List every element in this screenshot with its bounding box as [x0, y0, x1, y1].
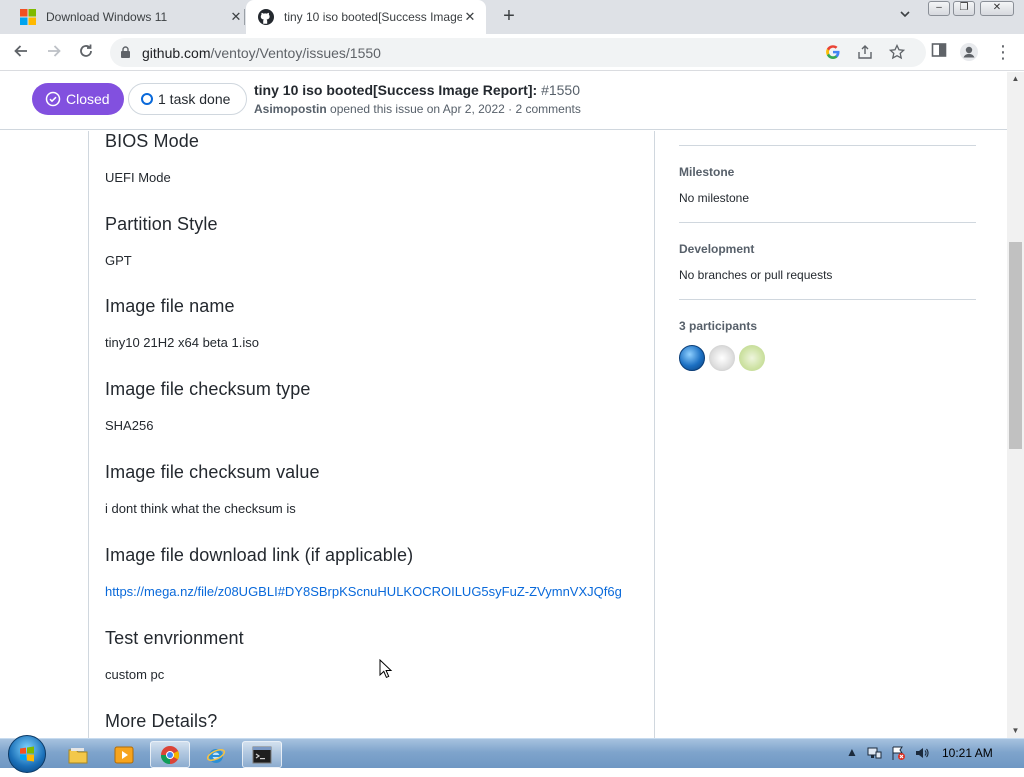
- development-heading[interactable]: Development: [679, 242, 754, 256]
- section-heading: Image file name: [105, 296, 235, 316]
- bookmark-star-icon[interactable]: [888, 43, 906, 62]
- share-icon[interactable]: [856, 44, 874, 62]
- chevron-down-icon[interactable]: [896, 8, 914, 26]
- internet-explorer-icon[interactable]: [196, 741, 236, 768]
- page-scrollbar[interactable]: ▲ ▼: [1007, 72, 1024, 738]
- issue-meta: Asimopostin opened this issue on Apr 2, …: [254, 102, 581, 116]
- issue-opened-text: opened this issue on Apr 2, 2022 · 2 com…: [330, 102, 581, 116]
- section-heading: Image file download link (if applicable): [105, 545, 414, 565]
- action-center-flag-icon[interactable]: [890, 745, 906, 761]
- back-arrow-icon[interactable]: [10, 42, 32, 64]
- scrollbar-thumb[interactable]: [1009, 242, 1022, 449]
- author-link[interactable]: Asimopostin: [254, 102, 327, 116]
- task-progress-label: 1 task done: [158, 91, 231, 107]
- milestone-value: No milestone: [679, 191, 750, 205]
- participant-avatar[interactable]: [709, 345, 735, 371]
- windows-logo-icon: [20, 746, 34, 762]
- show-hidden-icons-icon[interactable]: ▲: [844, 745, 860, 761]
- issue-sticky-header: Closed 1 task done tiny 10 iso booted[Su…: [0, 72, 1007, 130]
- kebab-menu-icon[interactable]: ⋮: [992, 42, 1014, 64]
- reload-icon[interactable]: [75, 42, 97, 64]
- close-icon[interactable]: ✕: [462, 9, 478, 25]
- volume-icon[interactable]: [914, 745, 930, 761]
- url-text: github.com/ventoy/Ventoy/issues/1550: [142, 45, 381, 61]
- tab-download-windows[interactable]: Download Windows 11 ✕: [12, 0, 244, 34]
- tab-strip: Download Windows 11 ✕ tiny 10 iso booted…: [0, 0, 1024, 34]
- section-heading: BIOS Mode: [105, 131, 199, 151]
- task-progress-badge[interactable]: 1 task done: [128, 83, 248, 115]
- section-heading: Test envrionment: [105, 628, 244, 648]
- issue-content: BIOS Mode UEFI Mode Partition Style GPT …: [0, 131, 1007, 738]
- profile-avatar-icon[interactable]: [958, 42, 980, 64]
- section-value: GPT: [105, 253, 132, 268]
- divider: [679, 222, 976, 223]
- section-checksum-type: Image file checksum type SHA256: [105, 379, 311, 433]
- section-value: custom pc: [105, 667, 165, 682]
- section-heading: Image file checksum type: [105, 379, 311, 399]
- download-link[interactable]: https://mega.nz/file/z08UGBLI#DY8SBrpKSc…: [105, 584, 622, 599]
- development-value: No branches or pull requests: [679, 268, 833, 282]
- windows-logo-icon: [20, 9, 36, 25]
- section-more-details: More Details?: [105, 711, 217, 732]
- section-heading: More Details?: [105, 711, 218, 731]
- forward-arrow-icon[interactable]: [43, 42, 65, 64]
- address-bar[interactable]: github.com/ventoy/Ventoy/issues/1550: [110, 38, 926, 67]
- minimize-button[interactable]: ‒: [928, 1, 950, 16]
- section-test-environment: Test envrionment custom pc: [105, 628, 244, 682]
- mouse-pointer-icon: [379, 659, 393, 679]
- participant-avatar[interactable]: [739, 345, 765, 371]
- lock-icon: [121, 46, 130, 58]
- divider: [679, 145, 976, 146]
- google-icon[interactable]: [824, 44, 842, 62]
- scroll-down-arrow-icon[interactable]: ▼: [1007, 724, 1024, 738]
- section-value: UEFI Mode: [105, 170, 171, 185]
- chrome-icon[interactable]: [150, 741, 190, 768]
- close-window-button[interactable]: ✕: [980, 1, 1014, 16]
- tab-github-issue[interactable]: tiny 10 iso booted[Success Image Report]…: [246, 0, 486, 34]
- section-partition-style: Partition Style GPT: [105, 214, 218, 268]
- new-tab-icon[interactable]: +: [498, 6, 520, 28]
- participant-avatar[interactable]: [679, 345, 705, 371]
- participants-heading: 3 participants: [679, 319, 758, 333]
- check-circle-icon: [45, 91, 61, 107]
- issue-state-label: Closed: [66, 91, 110, 107]
- section-bios-mode: BIOS Mode UEFI Mode: [105, 131, 199, 185]
- divider: [679, 299, 976, 300]
- issue-title[interactable]: tiny 10 iso booted[Success Image Report]…: [254, 82, 580, 98]
- scroll-up-arrow-icon[interactable]: ▲: [1007, 72, 1024, 86]
- windows-taskbar: ▲ 10:21 AM: [0, 735, 1024, 773]
- terminal-icon[interactable]: [242, 741, 282, 768]
- start-button[interactable]: [8, 735, 46, 773]
- milestone-heading[interactable]: Milestone: [679, 165, 734, 179]
- section-heading: Image file checksum value: [105, 462, 320, 482]
- section-value: SHA256: [105, 418, 154, 433]
- section-download-link: Image file download link (if applicable)…: [105, 545, 622, 599]
- side-panel-icon[interactable]: [928, 42, 950, 64]
- media-player-icon[interactable]: [104, 741, 144, 768]
- section-checksum-value: Image file checksum value i dont think w…: [105, 462, 320, 516]
- tab-title: Download Windows 11: [46, 10, 168, 24]
- issue-state-badge: Closed: [32, 83, 124, 115]
- section-heading: Partition Style: [105, 214, 218, 234]
- file-explorer-icon[interactable]: [58, 741, 98, 768]
- restore-button[interactable]: ❐: [953, 1, 975, 16]
- taskbar-clock[interactable]: 10:21 AM: [942, 746, 993, 760]
- tab-title: tiny 10 iso booted[Success Image Report]: [284, 10, 462, 24]
- section-value: tiny10 21H2 x64 beta 1.iso: [105, 335, 259, 350]
- network-icon[interactable]: [866, 745, 882, 761]
- browser-toolbar: github.com/ventoy/Ventoy/issues/1550 ⋮: [0, 34, 1024, 71]
- section-value: i dont think what the checksum is: [105, 501, 296, 516]
- tab-divider: [244, 9, 245, 25]
- github-icon: [258, 9, 274, 25]
- progress-ring-icon: [141, 93, 153, 105]
- issue-number: #1550: [541, 82, 580, 98]
- section-image-file-name: Image file name tiny10 21H2 x64 beta 1.i…: [105, 296, 259, 350]
- close-icon[interactable]: ✕: [228, 9, 244, 25]
